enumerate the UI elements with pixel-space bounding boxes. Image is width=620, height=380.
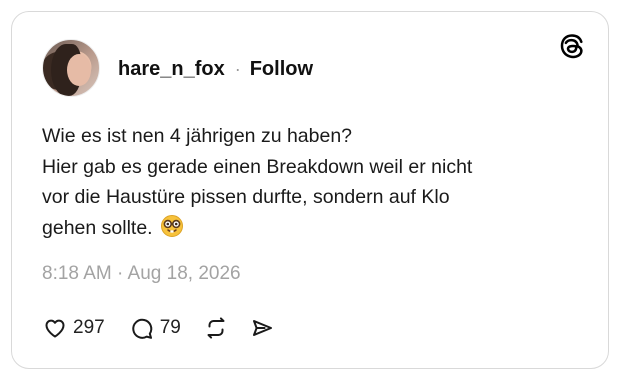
- repost-button[interactable]: [203, 315, 229, 341]
- username[interactable]: hare_n_fox: [118, 58, 225, 81]
- post-line-2: Hier gab es gerade einen Breakdown weil …: [42, 155, 473, 178]
- post-timestamp: 8:18 AM · Aug 18, 2026: [42, 263, 241, 284]
- post-line-3: vor die Haustüre pissen durfte, sondern …: [42, 186, 450, 208]
- post-header: hare_n_fox · Follow: [118, 57, 313, 81]
- reply-button[interactable]: 79: [129, 315, 181, 341]
- post-line-4-text: gehen sollte.: [42, 216, 153, 239]
- threads-logo-icon[interactable]: [558, 32, 586, 60]
- share-button[interactable]: [249, 315, 275, 341]
- send-icon: [252, 320, 272, 336]
- avatar[interactable]: [42, 39, 100, 97]
- post-actions: 297 79: [42, 314, 275, 342]
- post-body: Wie es ist nen 4 jährigen zu haben? Hier…: [42, 121, 582, 243]
- heart-icon: [45, 319, 65, 338]
- post-card: hare_n_fox · Follow Wie es ist nen 4 jäh…: [11, 11, 609, 369]
- avatar-face: [67, 54, 91, 86]
- follow-button[interactable]: Follow: [250, 58, 313, 81]
- separator-dot: ·: [234, 58, 241, 79]
- post-line-4: gehen sollte.: [42, 213, 582, 244]
- like-count: 297: [73, 317, 105, 338]
- like-button[interactable]: 297: [42, 315, 105, 341]
- post-line-1: Wie es ist nen 4 jährigen zu haben?: [42, 125, 353, 147]
- reply-count: 79: [159, 317, 181, 338]
- repost-icon: [207, 317, 225, 339]
- nerd-face-emoji: [161, 214, 184, 237]
- comment-icon: [132, 318, 152, 339]
